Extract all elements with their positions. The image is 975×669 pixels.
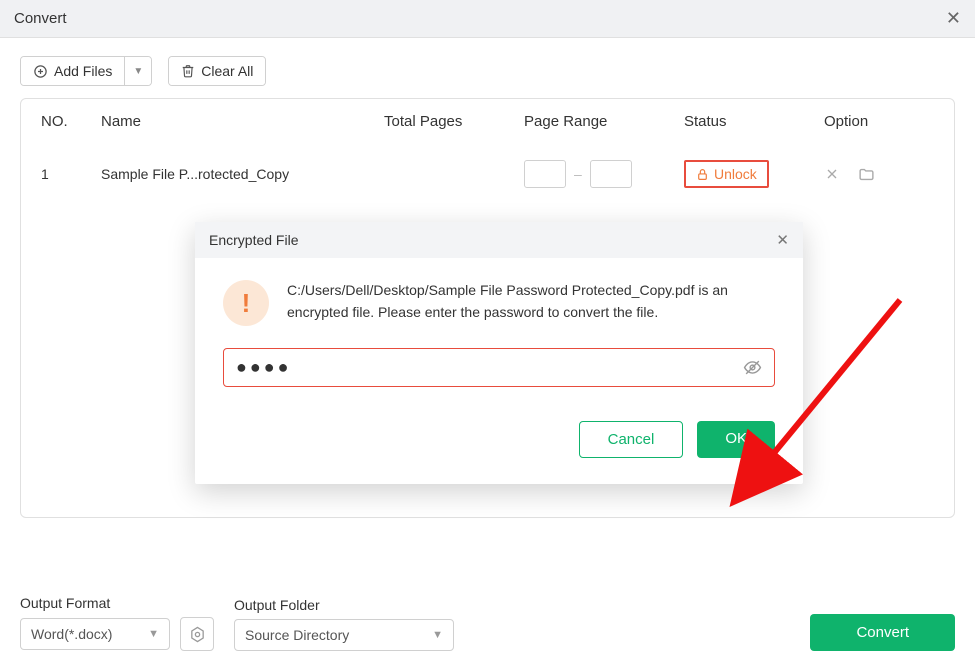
col-header-option: Option xyxy=(824,113,934,130)
password-input[interactable] xyxy=(236,357,743,378)
encrypted-file-dialog: Encrypted File ✕ ! C:/Users/Dell/Desktop… xyxy=(195,222,803,484)
dialog-header: Encrypted File ✕ xyxy=(195,222,803,258)
eye-off-icon[interactable] xyxy=(743,358,762,377)
dialog-body: ! C:/Users/Dell/Desktop/Sample File Pass… xyxy=(195,258,803,399)
remove-row-icon[interactable] xyxy=(824,166,840,183)
close-icon[interactable]: ✕ xyxy=(946,8,961,29)
table-row: 1 Sample File P...rotected_Copy – Unlock xyxy=(21,144,954,204)
col-header-status: Status xyxy=(684,113,824,130)
add-files-group: Add Files ▼ xyxy=(20,56,152,86)
output-format-label: Output Format xyxy=(20,595,214,611)
open-folder-icon[interactable] xyxy=(858,166,875,183)
cell-option xyxy=(824,166,934,183)
table-header: NO. Name Total Pages Page Range Status O… xyxy=(21,99,954,144)
dialog-title: Encrypted File xyxy=(209,232,298,248)
clear-all-group: Clear All xyxy=(168,56,266,86)
dialog-close-icon[interactable]: ✕ xyxy=(776,231,789,249)
titlebar: Convert ✕ xyxy=(0,0,975,38)
range-dash: – xyxy=(574,166,582,182)
range-from-input[interactable] xyxy=(524,160,566,188)
caret-down-icon: ▼ xyxy=(148,628,159,640)
gear-icon xyxy=(189,626,206,643)
dialog-message: C:/Users/Dell/Desktop/Sample File Passwo… xyxy=(287,280,775,323)
warning-icon: ! xyxy=(223,280,269,326)
cell-no: 1 xyxy=(41,166,101,182)
settings-button[interactable] xyxy=(180,617,214,651)
plus-circle-icon xyxy=(33,64,48,79)
add-files-dropdown[interactable]: ▼ xyxy=(124,57,151,85)
unlock-button[interactable]: Unlock xyxy=(684,160,769,188)
cell-status: Unlock xyxy=(684,160,824,188)
output-folder-group: Output Folder Source Directory ▼ xyxy=(234,597,454,651)
col-header-page-range: Page Range xyxy=(524,113,684,130)
window-title: Convert xyxy=(14,10,67,27)
trash-icon xyxy=(181,64,195,78)
output-format-group: Output Format Word(*.docx) ▼ xyxy=(20,595,214,651)
password-input-wrap xyxy=(223,348,775,387)
col-header-name: Name xyxy=(101,113,384,130)
bottom-bar: Output Format Word(*.docx) ▼ Output Fold… xyxy=(20,595,955,651)
output-format-select[interactable]: Word(*.docx) ▼ xyxy=(20,618,170,650)
range-to-input[interactable] xyxy=(590,160,632,188)
cancel-label: Cancel xyxy=(608,431,655,448)
clear-all-button[interactable]: Clear All xyxy=(169,57,265,85)
output-folder-value: Source Directory xyxy=(245,627,349,643)
output-folder-label: Output Folder xyxy=(234,597,454,613)
lock-icon xyxy=(696,168,709,181)
caret-down-icon: ▼ xyxy=(133,66,143,77)
dialog-footer: Cancel OK xyxy=(195,399,803,484)
convert-label: Convert xyxy=(856,624,909,641)
ok-button[interactable]: OK xyxy=(697,421,775,458)
unlock-label: Unlock xyxy=(714,166,757,182)
cell-page-range: – xyxy=(524,160,684,188)
clear-all-label: Clear All xyxy=(201,63,253,79)
cancel-button[interactable]: Cancel xyxy=(579,421,684,458)
toolbar: Add Files ▼ Clear All xyxy=(0,38,975,98)
add-files-label: Add Files xyxy=(54,63,112,79)
col-header-no: NO. xyxy=(41,113,101,130)
output-format-value: Word(*.docx) xyxy=(31,626,112,642)
output-folder-select[interactable]: Source Directory ▼ xyxy=(234,619,454,651)
col-header-total-pages: Total Pages xyxy=(384,113,524,130)
add-files-button[interactable]: Add Files xyxy=(21,57,124,85)
caret-down-icon: ▼ xyxy=(432,629,443,641)
cell-name: Sample File P...rotected_Copy xyxy=(101,166,384,182)
convert-button[interactable]: Convert xyxy=(810,614,955,651)
ok-label: OK xyxy=(725,430,747,447)
